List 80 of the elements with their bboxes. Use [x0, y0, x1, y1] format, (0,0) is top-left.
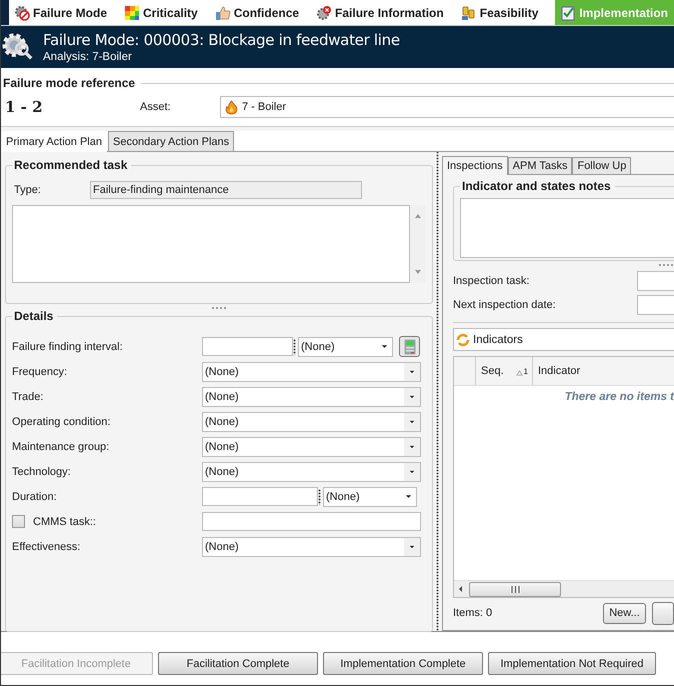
field-label: Trade:: [12, 390, 44, 402]
sort-ascending-icon: [516, 370, 523, 376]
caret-icon: [409, 394, 415, 398]
date-field[interactable]: [637, 295, 674, 315]
tab[interactable]: Secondary Action Plans: [108, 131, 234, 151]
gear-icon: [14, 4, 30, 20]
coins-icon: [460, 4, 477, 20]
flame-icon: [225, 100, 238, 114]
grid-icon: [124, 4, 140, 20]
input-field[interactable]: [202, 512, 421, 531]
window-title: Failure Mode: 000003: Blockage in feedwater line: [43, 31, 400, 49]
input-field[interactable]: [202, 337, 293, 356]
field-label: Effectiveness:: [12, 540, 82, 552]
gear-icon: [316, 4, 332, 20]
type-field: Failure-finding maintenance: [90, 181, 362, 199]
tab[interactable]: APM Tasks: [508, 157, 572, 174]
field-label: Duration:: [12, 490, 58, 502]
action-button[interactable]: Implementation Not Required: [488, 652, 656, 675]
dropdown[interactable]: (None): [202, 536, 421, 556]
field-label: Maintenance group:: [12, 440, 110, 452]
tab[interactable]: Follow Up: [572, 157, 632, 174]
field-label: Type:: [13, 184, 42, 196]
caret-icon: [409, 420, 415, 424]
down-arrow-icon: [414, 269, 422, 275]
caret-icon: [409, 370, 415, 374]
dropdown[interactable]: (None): [202, 462, 421, 482]
caret-icon: [381, 344, 388, 349]
dropdown[interactable]: (None): [202, 386, 421, 406]
section-heading: Failure mode reference: [3, 76, 136, 90]
thumbs-up-icon: [214, 4, 231, 20]
item-count: Items: 0: [453, 607, 494, 619]
dropdown[interactable]: (None): [202, 436, 421, 456]
up-arrow-icon: [414, 213, 422, 219]
checklist-icon: [560, 4, 576, 20]
caret-icon: [409, 544, 415, 548]
scrollbar[interactable]: [410, 205, 426, 283]
action-button[interactable]: Implementation Complete: [323, 652, 483, 675]
scroll-thumb[interactable]: [469, 582, 561, 596]
splitter-handle[interactable]: [658, 261, 674, 269]
reference-number: 1 - 2: [4, 98, 44, 116]
dropdown[interactable]: (None): [202, 362, 421, 382]
asset-field[interactable]: 7 - Boiler: [220, 96, 674, 118]
text-area[interactable]: [12, 205, 410, 283]
group-heading: Details: [12, 309, 58, 323]
field-label: Asset:: [140, 101, 172, 113]
field-label: Technology:: [12, 466, 72, 478]
caret-icon: [409, 470, 415, 474]
refresh-icon: [456, 332, 470, 346]
new-button[interactable]: New...: [603, 602, 646, 624]
grip-icon: [510, 586, 520, 592]
analysis-subtitle: Analysis: 7-Boiler: [43, 51, 133, 63]
dropdown[interactable]: (None): [202, 412, 421, 432]
action-button[interactable]: Facilitation Complete: [158, 652, 318, 675]
group-heading: Indicator and states notes: [460, 179, 615, 193]
panel-title: Indicators: [473, 334, 523, 346]
left-arrow-icon: [458, 585, 463, 593]
checkbox[interactable]: [12, 515, 25, 528]
input-field[interactable]: [202, 487, 318, 506]
caret-icon: [405, 494, 412, 499]
empty-message: There are no items t: [564, 391, 674, 405]
calculator-button[interactable]: [399, 336, 420, 357]
field-label: Operating condition:: [12, 416, 112, 428]
column-header[interactable]: Indicator: [533, 357, 674, 385]
scrollbar[interactable]: [454, 580, 674, 597]
dropdown[interactable]: (None): [323, 486, 417, 506]
group-heading: Recommended task: [12, 158, 132, 172]
calculator-icon: [404, 338, 416, 354]
tab[interactable]: Inspections: [442, 156, 508, 175]
caret-icon: [409, 444, 415, 448]
dropdown[interactable]: (None): [298, 336, 393, 356]
button[interactable]: [652, 602, 674, 624]
field-label: CMMS task::: [33, 516, 96, 528]
input-field[interactable]: [637, 271, 674, 291]
text-area[interactable]: [460, 198, 674, 258]
field-label: Inspection task:: [453, 275, 530, 287]
sort-order: 1: [524, 366, 528, 376]
field-label: Failure finding interval:: [12, 340, 124, 352]
column-header[interactable]: Seq. 1: [476, 357, 533, 385]
field-label: Next inspection date:: [453, 299, 557, 311]
field-label: Frequency:: [12, 366, 68, 378]
